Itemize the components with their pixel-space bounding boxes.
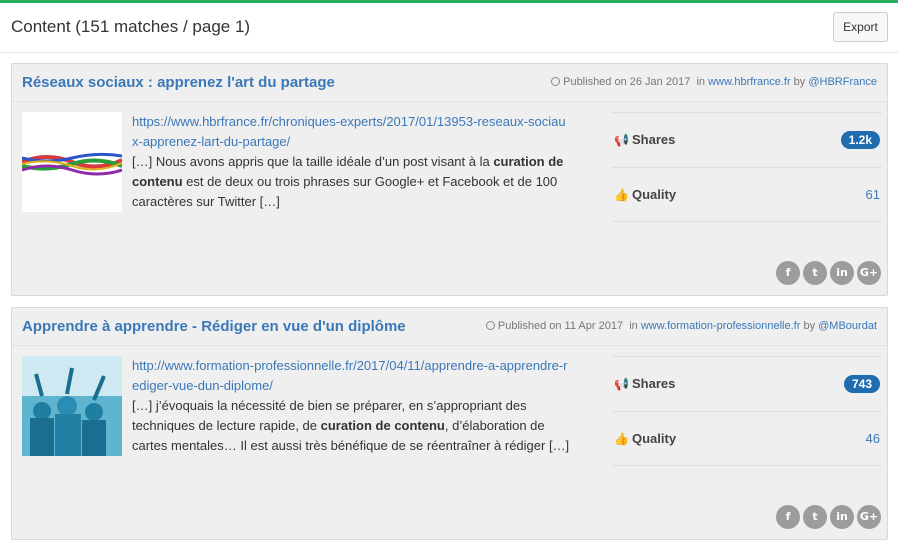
clock-icon <box>485 321 495 330</box>
by-label: by <box>793 76 806 88</box>
clock-icon <box>551 77 561 86</box>
card-stats: 📢 Shares 743 👍 Quality 46 <box>612 356 882 466</box>
quality-label: Quality <box>632 431 677 446</box>
shares-badge: 743 <box>843 375 880 393</box>
article-thumbnail[interactable] <box>22 112 122 212</box>
card-header: Apprendre à apprendre - Rédiger en vue d… <box>12 308 887 346</box>
card-body: http://www.formation-professionnelle.fr/… <box>132 356 572 456</box>
article-url-link[interactable]: https://www.hbrfrance.fr/chroniques-expe… <box>132 112 572 152</box>
quality-value[interactable]: 46 <box>866 431 880 446</box>
twitter-share-icon[interactable]: t <box>803 505 827 529</box>
source-site-link[interactable]: www.formation-professionnelle.fr <box>641 320 801 332</box>
content-card: Apprendre à apprendre - Rédiger en vue d… <box>11 307 888 540</box>
twitter-share-icon[interactable]: t <box>803 261 827 285</box>
author-link[interactable]: @MBourdat <box>818 320 877 332</box>
by-label: by <box>803 320 816 332</box>
in-label: in <box>696 76 706 88</box>
article-thumbnail[interactable] <box>22 356 122 456</box>
card-stats: 📢 Shares 1.2k 👍 Quality 61 <box>612 112 882 222</box>
card-body: https://www.hbrfrance.fr/chroniques-expe… <box>132 112 572 212</box>
card-meta: Published on 26 Jan 2017 in www.hbrfranc… <box>551 76 877 88</box>
card-meta: Published on 11 Apr 2017 in www.formatio… <box>485 320 877 332</box>
thumbs-up-icon: 👍 <box>614 188 629 202</box>
quality-label: Quality <box>632 187 677 202</box>
article-url-link[interactable]: http://www.formation-professionnelle.fr/… <box>132 356 572 396</box>
linkedin-share-icon[interactable]: in <box>830 505 854 529</box>
quality-row: 👍 Quality 61 <box>612 167 882 222</box>
social-share-buttons: f t in G+ <box>773 505 881 529</box>
card-header: Réseaux sociaux : apprenez l'art du part… <box>12 64 887 102</box>
shares-badge: 1.2k <box>840 131 880 149</box>
snippet-text: […] Nous avons appris que la taille idéa… <box>132 154 564 209</box>
shares-label: Shares <box>632 376 676 391</box>
published-date: Published on 11 Apr 2017 <box>497 320 624 332</box>
content-header: Content (151 matches / page 1) Export <box>0 3 898 53</box>
snippet-text: […] j’évoquais la nécessité de bien se p… <box>132 398 570 453</box>
content-card: Réseaux sociaux : apprenez l'art du part… <box>11 63 888 296</box>
export-button[interactable]: Export <box>833 12 888 42</box>
megaphone-icon: 📢 <box>614 377 629 391</box>
in-label: in <box>629 320 638 332</box>
facebook-share-icon[interactable]: f <box>776 505 800 529</box>
googleplus-share-icon[interactable]: G+ <box>857 505 881 529</box>
social-share-buttons: f t in G+ <box>773 261 881 285</box>
shares-row: 📢 Shares 743 <box>612 356 882 411</box>
author-link[interactable]: @HBRFrance <box>808 76 877 88</box>
shares-label: Shares <box>632 132 676 147</box>
facebook-share-icon[interactable]: f <box>776 261 800 285</box>
card-title-link[interactable]: Apprendre à apprendre - Rédiger en vue d… <box>22 318 406 335</box>
googleplus-share-icon[interactable]: G+ <box>857 261 881 285</box>
card-title-link[interactable]: Réseaux sociaux : apprenez l'art du part… <box>22 74 335 91</box>
linkedin-share-icon[interactable]: in <box>830 261 854 285</box>
megaphone-icon: 📢 <box>614 133 629 147</box>
source-site-link[interactable]: www.hbrfrance.fr <box>708 76 791 88</box>
page-title: Content (151 matches / page 1) <box>11 17 251 36</box>
quality-row: 👍 Quality 46 <box>612 411 882 466</box>
quality-value[interactable]: 61 <box>866 187 880 202</box>
shares-row: 📢 Shares 1.2k <box>612 112 882 167</box>
published-date: Published on 26 Jan 2017 <box>563 76 691 88</box>
thumbs-up-icon: 👍 <box>614 432 629 446</box>
